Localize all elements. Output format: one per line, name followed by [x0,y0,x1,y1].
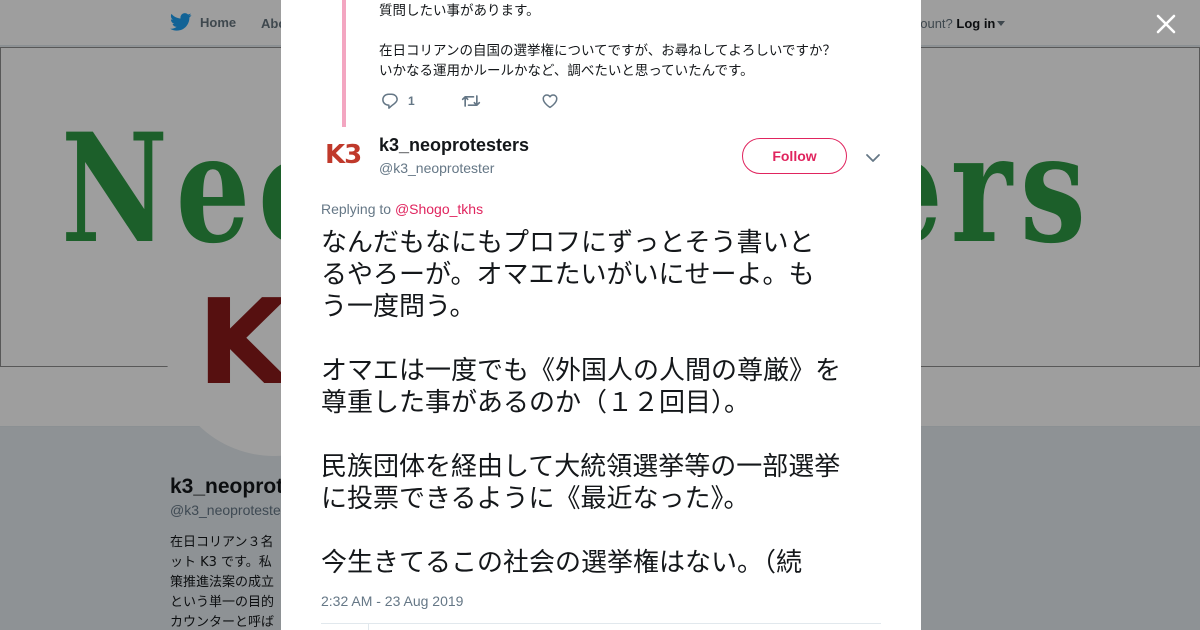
follow-button[interactable]: Follow [742,138,847,174]
tweet-menu-button[interactable] [865,150,881,164]
divider [321,623,881,624]
tweet-text-line: オマエは一度でも《外国人の人間の尊厳》を [321,356,842,386]
reply-count: 1 [408,94,415,108]
parent-tweet-actions: 1 [381,92,559,110]
retweet-icon [461,95,481,107]
reply-icon [382,93,398,109]
close-icon [1156,14,1176,34]
like-button[interactable] [541,92,559,110]
replying-to-label: Replying to [321,201,392,217]
tweet-text-line: 尊重した事があるのか（１２回目）。 [321,388,751,418]
tweet-text-line: 民族団体を経由して大統領選挙等の一部選挙 [321,452,841,482]
author-handle[interactable]: @k3_neoprotester [379,160,494,176]
tweet-timestamp[interactable]: 2:32 AM - 23 Aug 2019 [321,593,463,609]
parent-tweet-line: 質問したい事があります。 [379,3,540,19]
parent-tweet-line: いかなる運用かルールかなど、調べたいと思っていたんです。 [379,63,754,79]
tweet-modal: 質問したい事があります。 在日コリアンの自国の選挙権についてですが、お尋ねしてよ… [281,0,921,630]
divider [368,624,369,630]
replying-to: Replying to @Shogo_tkhs [321,201,483,217]
author-avatar[interactable]: K3 [325,140,365,174]
parent-tweet-text: 質問したい事があります。 在日コリアンの自国の選挙権についてですが、お尋ねしてよ… [379,1,879,81]
tweet-text-line: 今生きてるこの社会の選挙権はない。（続 [321,548,803,578]
heart-icon [542,94,558,109]
thread-line [342,0,346,127]
author-avatar-logo: K3 [325,140,362,170]
close-button[interactable] [1152,10,1180,38]
tweet-text: なんだもなにもプロフにずっとそう書いと るやろーが。オマエたいがいにせーよ。も … [321,227,891,579]
retweet-button[interactable] [461,92,541,110]
reply-button[interactable]: 1 [381,92,461,110]
replying-to-link[interactable]: @Shogo_tkhs [395,201,483,217]
tweet-text-line: なんだもなにもプロフにずっとそう書いと [321,228,815,258]
chevron-down-icon [866,154,880,162]
parent-tweet-line: 在日コリアンの自国の選挙権についてですが、お尋ねしてよろしいですか？ [379,43,836,59]
tweet-text-line: う一度問う。 [321,292,476,322]
author-name[interactable]: k3_neoprotesters [379,135,529,156]
tweet-text-line: に投票できるように《最近なった》。 [321,484,750,514]
tweet-text-line: るやろーが。オマエたいがいにせーよ。も [321,260,815,290]
